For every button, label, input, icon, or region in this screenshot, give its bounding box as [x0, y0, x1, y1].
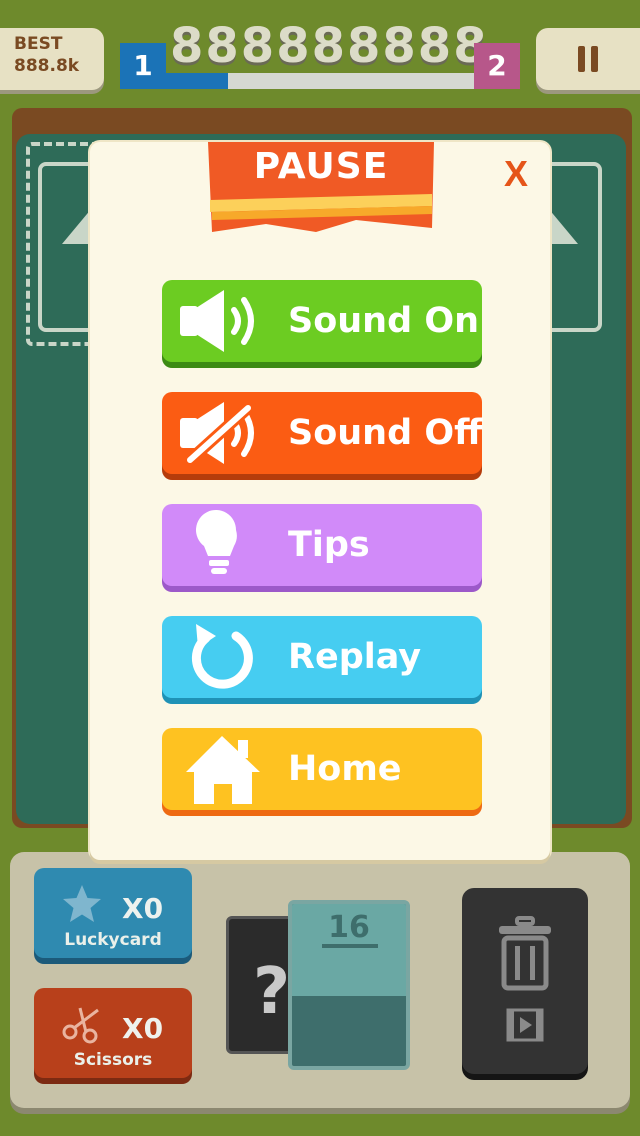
question-mark: ? — [253, 955, 291, 1029]
trash-icon — [499, 916, 551, 991]
close-button[interactable]: X — [496, 152, 536, 196]
progress-fill — [166, 73, 228, 89]
speaker-muted-icon — [180, 400, 256, 468]
tips-button[interactable]: Tips — [162, 504, 482, 586]
luckycard-label: Luckycard — [64, 930, 162, 950]
sound-on-button[interactable]: Sound On — [162, 280, 482, 362]
best-value: 888.8k — [14, 56, 80, 76]
best-label: BEST — [14, 34, 63, 54]
speaker-on-icon — [180, 290, 254, 352]
scissors-icon — [62, 1007, 99, 1044]
replay-label: Replay — [288, 637, 422, 677]
pause-button[interactable] — [536, 28, 640, 90]
level-progress: 1 2 — [120, 43, 520, 89]
next-card[interactable]: 16 — [288, 900, 410, 1070]
replay-button[interactable]: Replay — [162, 616, 482, 698]
luckycard-count: X0 — [122, 892, 164, 925]
pause-icon — [578, 46, 585, 72]
home-label: Home — [288, 749, 402, 789]
scissors-label: Scissors — [73, 1050, 153, 1070]
current-level-badge: 1 — [120, 43, 166, 89]
home-icon — [186, 736, 260, 804]
home-button[interactable]: Home — [162, 728, 482, 810]
pause-title: PAUSE — [253, 146, 389, 187]
luckycard-button[interactable]: X0 Luckycard — [34, 868, 192, 958]
best-score-box: BEST 888.8k — [0, 28, 104, 90]
next-level-badge: 2 — [474, 43, 520, 89]
tips-label: Tips — [288, 525, 370, 565]
progress-track — [166, 73, 474, 89]
star-icon — [63, 885, 101, 922]
scissors-button[interactable]: X0 Scissors — [34, 988, 192, 1078]
next-card-value: 16 — [328, 910, 370, 945]
scissors-count: X0 — [122, 1012, 164, 1045]
sound-off-button[interactable]: Sound Off — [162, 392, 482, 474]
replay-icon — [191, 624, 253, 689]
sound-off-label: Sound Off — [288, 413, 483, 453]
lightbulb-icon — [196, 510, 237, 574]
sound-on-label: Sound On — [288, 301, 479, 341]
video-icon — [506, 1008, 544, 1042]
trash-button[interactable] — [462, 888, 588, 1074]
